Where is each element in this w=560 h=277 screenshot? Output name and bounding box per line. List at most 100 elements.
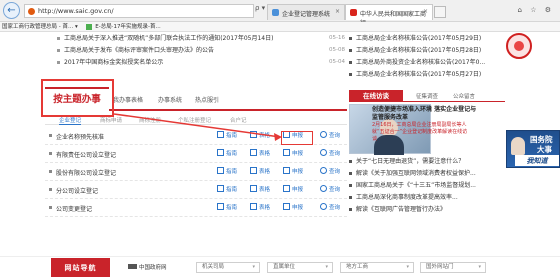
news-item[interactable]: 工商总局关于发布《商标评审案件口头审理办法》的公告 05-08 — [57, 45, 345, 56]
service-name[interactable]: 公司变更登记 — [56, 204, 92, 213]
guide-link[interactable]: 指南 — [217, 167, 237, 177]
site-nav-title: 网站导航 — [51, 258, 110, 277]
survey-tab[interactable]: 征集调查 — [416, 92, 438, 100]
document-icon — [217, 149, 224, 156]
browser-tab-enterprise-system[interactable]: 企业登记管理系统 × — [267, 4, 345, 20]
tab-systems[interactable]: 办事系统 — [158, 95, 182, 104]
highlight-box-theme-tab — [41, 79, 114, 117]
edit-icon — [283, 185, 290, 192]
news-item[interactable]: 关于“七日无理由退货”，需要注意什么？ — [349, 156, 505, 167]
announcement-item[interactable]: 工商总局外商投资企业名称核准公告(2017年0... — [349, 57, 505, 68]
news-date: 05-04 — [329, 59, 345, 65]
state-council-banner[interactable]: 国务院 大事 我知道 — [506, 130, 560, 168]
apply-link[interactable]: 申报 — [283, 203, 303, 213]
query-link[interactable]: 查询 — [320, 167, 340, 177]
document-icon — [217, 131, 224, 138]
select-affiliates[interactable]: 直属单位 ▾ — [267, 262, 333, 273]
back-icon[interactable]: ← — [3, 2, 20, 19]
document-icon — [217, 167, 224, 174]
announcement-item[interactable]: 工商总局企业名称核准公告(2017年05月29日) — [349, 33, 505, 44]
tab-label: 企业登记管理系统 — [282, 11, 331, 18]
tab-hot-services[interactable]: 热点服引 — [195, 95, 219, 104]
service-row: 股份有限公司设立登记 指南 表格 申报 查询 — [45, 163, 347, 181]
news-date: 05-08 — [329, 47, 345, 53]
public-message-tab[interactable]: 公众留言 — [453, 92, 475, 100]
query-link[interactable]: 查询 — [320, 185, 340, 195]
online-interview-tab[interactable]: 在线访谈 — [349, 90, 403, 102]
news-item[interactable]: 解读《关于加强互联网领域消费者权益保护... — [349, 168, 505, 179]
tab-forms[interactable]: 我办事表格 — [113, 95, 143, 104]
news-item[interactable]: 解读《互联网广告管理暂行办法》 — [349, 204, 505, 215]
service-name[interactable]: 股份有限公司设立登记 — [56, 168, 116, 177]
query-link[interactable]: 查询 — [320, 131, 340, 141]
tab-favicon-icon — [272, 9, 279, 16]
table-icon — [250, 149, 257, 156]
guide-link[interactable]: 指南 — [217, 185, 237, 195]
new-tab-button[interactable] — [434, 6, 446, 18]
news-date: 05-16 — [329, 35, 345, 41]
tab-close-icon[interactable]: × — [335, 8, 340, 15]
apply-link[interactable]: 申报 — [283, 167, 303, 177]
form-link[interactable]: 表格 — [250, 203, 270, 213]
browser-tool-icons[interactable]: ⌂ ☆ ⚙ — [518, 6, 554, 14]
chevron-down-icon: ▾ — [325, 264, 328, 270]
favorites-bar: 国家工商行政管理总局 - 首... ▾ E-总局·17年实施规录-首... — [0, 22, 560, 32]
subtab-enterprise-registration[interactable]: 企业登记 — [59, 116, 82, 125]
edit-icon — [283, 149, 290, 156]
news-item[interactable]: 国家工商总局关于《“十三五”市场监督规划... — [349, 180, 505, 191]
service-name[interactable]: 分公司设立登记 — [56, 186, 98, 195]
table-icon — [250, 185, 257, 192]
service-row: 有限责任公司设立登记 指南 表格 申报 查询 — [45, 145, 347, 163]
url-input[interactable]: http://www.saic.gov.cn/ — [24, 4, 254, 18]
favorites-item[interactable]: E-总局·17年实施规录-首... — [95, 24, 160, 30]
site-favicon-icon — [28, 8, 35, 15]
news-item[interactable]: 工商总局深化商事制度改革提高效率... — [349, 192, 505, 203]
subtab-other[interactable]: 合户记 — [230, 116, 247, 124]
document-icon — [217, 185, 224, 192]
form-link[interactable]: 表格 — [250, 185, 270, 195]
interview-headline[interactable]: 创造便捷市场准入环境 落实企业登记与监管服务改革 — [372, 106, 482, 122]
browser-address-bar: ← http://www.saic.gov.cn/ ρ ▾ C 企业登记管理系统… — [0, 0, 560, 27]
form-link[interactable]: 表格 — [250, 149, 270, 159]
interview-summary[interactable]: 2月16日，工商总局企业注册局副局长等人就“五证合一”企业登记制度改革解读在线访… — [372, 122, 472, 143]
favorites-item[interactable]: 国家工商行政管理总局 - 首... ▾ — [2, 24, 78, 30]
announcement-item[interactable]: 工商总局企业名称核准公告(2017年05月28日) — [349, 45, 505, 56]
guide-link[interactable]: 指南 — [217, 149, 237, 159]
form-link[interactable]: 表格 — [250, 167, 270, 177]
guide-link[interactable]: 指南 — [217, 131, 237, 141]
tab-close-icon[interactable]: × — [423, 8, 428, 15]
edit-icon — [283, 167, 290, 174]
select-local-aic[interactable]: 地方工商 ▾ — [340, 262, 414, 273]
service-row: 分公司设立登记 指南 表格 申报 查询 — [45, 181, 347, 199]
query-link[interactable]: 查询 — [320, 149, 340, 159]
search-icon — [320, 167, 327, 174]
announcement-item[interactable]: 工商总局企业名称核准公告(2017年05月27日) — [349, 69, 505, 80]
table-icon — [250, 131, 257, 138]
service-name[interactable]: 企业名称预先核准 — [56, 132, 104, 141]
news-item[interactable]: 工商总局关于深入推进“双随机”多部门联合执法工作的通知(2017年05月14日)… — [57, 33, 345, 44]
search-icon — [320, 149, 327, 156]
search-icon — [320, 131, 327, 138]
site-navigation: 网站导航 中国政府网 机关司局 ▾ 直属单位 ▾ 地方工商 ▾ 国外网站门 ▾ — [0, 256, 560, 277]
form-link[interactable]: 表格 — [250, 131, 270, 141]
apply-link[interactable]: 申报 — [283, 149, 303, 159]
service-row: 公司变更登记 指南 表格 申报 查询 — [45, 199, 347, 217]
apply-link[interactable]: 申报 — [283, 185, 303, 195]
mascot-icon[interactable] — [506, 33, 532, 59]
gov-portal-link[interactable]: 中国政府网 — [128, 263, 167, 271]
service-name[interactable]: 有限责任公司设立登记 — [56, 150, 116, 159]
document-icon — [217, 203, 224, 210]
news-item[interactable]: 2017年中国商标金奖拟授奖名单公示 05-04 — [57, 57, 345, 68]
table-icon — [250, 167, 257, 174]
query-link[interactable]: 查询 — [320, 203, 340, 213]
browser-tab-saic[interactable]: 中华人民共和国国家工商行... × — [345, 4, 433, 27]
online-interview-header: 在线访谈 征集调查 公众留言 — [349, 89, 505, 102]
select-departments[interactable]: 机关司局 ▾ — [196, 262, 260, 273]
guide-link[interactable]: 指南 — [217, 203, 237, 213]
select-foreign-sites[interactable]: 国外网站门 ▾ — [420, 262, 486, 273]
subtab-trademark-application[interactable]: 商标申请 — [100, 116, 122, 124]
chevron-down-icon: ▾ — [406, 264, 409, 270]
subtab-individual-registration[interactable]: 个私注册登记 — [178, 116, 211, 124]
tab-favicon-icon — [350, 9, 357, 16]
subtab-trademark-registration[interactable]: 商标注册 — [139, 116, 161, 124]
